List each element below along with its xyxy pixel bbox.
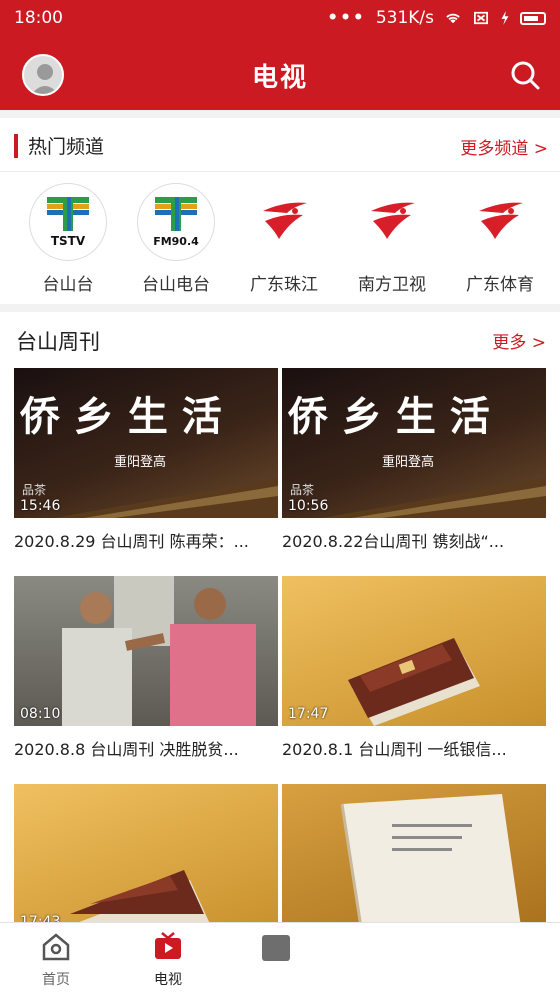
gdtv-logo-icon [371, 202, 415, 239]
tstv-logo-icon: TSTV [47, 197, 89, 248]
gdtv-logo [462, 184, 538, 260]
video-card[interactable]: 17:43 [14, 784, 278, 934]
wifi-icon [446, 13, 460, 24]
user-avatar-icon [31, 64, 59, 94]
svg-text:品茶: 品茶 [290, 482, 314, 497]
video-card[interactable]: 侨 乡 生 活 重阳登高 品茶 10:56 2020.8.22台山周刊 镌刻战“… [282, 368, 546, 552]
app-header: 电视 [0, 40, 560, 110]
status-time: 18:00 [14, 8, 63, 28]
video-duration: 08:10 [20, 706, 61, 722]
video-thumbnail: 17:47 [282, 576, 546, 726]
page-title: 电视 [251, 62, 308, 93]
home-icon [42, 933, 70, 961]
channel-item-tstv[interactable]: TSTV 台山台 [18, 184, 118, 302]
video-title: 2020.8.22台山周刊 镌刻战“... [282, 532, 505, 551]
nav-tv-label: 电视 [154, 972, 182, 988]
network-speed: 531K/s [375, 8, 434, 28]
channel-name: 台山电台 [142, 275, 210, 295]
video-thumbnail-art [62, 576, 256, 726]
video-card[interactable]: 17:47 2020.8.1 台山周刊 一纸银信... [282, 576, 546, 760]
svg-text:品茶: 品茶 [22, 482, 46, 497]
tstv-logo: TSTV [30, 184, 106, 260]
hot-channels-title: 热门频道 [28, 136, 105, 158]
video-thumbnail: 17:43 [14, 784, 278, 934]
search-icon[interactable] [508, 58, 542, 92]
channel-name: 南方卫视 [358, 275, 426, 295]
svg-text:侨 乡 生 活: 侨 乡 生 活 [287, 394, 490, 440]
nav-home[interactable]: 首页 [16, 931, 96, 989]
video-card[interactable]: 侨 乡 生 活 重阳登高 品茶 15:46 2020.8.29 台山周刊 陈再荣… [14, 368, 278, 552]
channel-item-nanfang[interactable]: 南方卫视 [342, 184, 442, 302]
video-thumbnail: 侨 乡 生 活 重阳登高 品茶 15:46 [14, 368, 278, 518]
nav-home-label: 首页 [42, 972, 70, 988]
video-title: 2020.8.29 台山周刊 陈再荣：... [14, 532, 249, 551]
video-card[interactable]: 08:10 2020.8.8 台山周刊 决胜脱贫... [14, 576, 278, 760]
video-card[interactable] [282, 784, 546, 934]
channel-item-zhujiang[interactable]: 广东珠江 [234, 184, 334, 302]
fm-logo-icon: FM90.4 [153, 197, 199, 248]
svg-text:TSTV: TSTV [51, 234, 86, 248]
bottom-nav: 首页 电视 [0, 922, 560, 1000]
sim-icon [474, 11, 488, 25]
video-duration: 10:56 [288, 498, 329, 514]
video-duration: 15:46 [20, 498, 61, 514]
channel-name: 广东体育 [466, 275, 534, 295]
hot-channels-header: 热门频道 更多频道 > [0, 118, 560, 172]
nav-placeholder [262, 935, 290, 961]
book-page-art [340, 794, 522, 934]
hot-channels-section: 热门频道 更多频道 > TSTV 台山台 FM90.4 台山电台 广东珠江 南方… [0, 118, 560, 304]
book-cover-art [70, 870, 210, 924]
channel-name: 台山台 [42, 275, 94, 295]
gdtv-logo [354, 184, 430, 260]
status-indicators: ••• 531K/s [327, 8, 546, 28]
weekly-title: 台山周刊 [16, 330, 100, 354]
video-title: 2020.8.1 台山周刊 一纸银信... [282, 740, 507, 759]
gdtv-logo [246, 184, 322, 260]
video-thumbnail: 08:10 [14, 576, 278, 726]
video-thumbnail-art: 侨 乡 生 活 重阳登高 品茶 [19, 394, 278, 518]
video-thumbnail-art: 侨 乡 生 活 重阳登高 品茶 [287, 394, 546, 518]
battery-icon [520, 11, 546, 25]
svg-text:重阳登高: 重阳登高 [114, 454, 166, 470]
more-channels-link[interactable]: 更多频道 > [460, 134, 548, 159]
fm-logo: FM90.4 [138, 184, 214, 260]
gdtv-logo-icon [263, 202, 307, 239]
weekly-more-link[interactable]: 更多 > [492, 328, 546, 353]
tv-icon [155, 932, 181, 959]
svg-text:FM90.4: FM90.4 [153, 235, 199, 248]
video-title: 2020.8.8 台山周刊 决胜脱贫... [14, 740, 239, 759]
video-thumbnail [282, 784, 546, 934]
channel-list: TSTV 台山台 FM90.4 台山电台 广东珠江 南方卫视 广东体育 [0, 176, 560, 304]
channel-name: 广东珠江 [250, 275, 318, 295]
nav-tv[interactable]: 电视 [128, 931, 208, 989]
top-bar: 18:00 ••• 531K/s 电视 [0, 0, 560, 110]
charging-icon [501, 11, 509, 25]
svg-text:重阳登高: 重阳登高 [382, 454, 434, 470]
notification-dots-icon: ••• [327, 8, 366, 28]
video-thumbnail: 侨 乡 生 活 重阳登高 品茶 10:56 [282, 368, 546, 518]
channel-item-sports[interactable]: 广东体育 [450, 184, 550, 302]
section-marker [14, 134, 18, 158]
status-bar: 18:00 ••• 531K/s [0, 0, 560, 36]
channel-item-fm[interactable]: FM90.4 台山电台 [126, 184, 226, 302]
video-duration: 17:47 [288, 706, 329, 722]
book-cover-art [348, 638, 480, 726]
svg-text:侨 乡 生 活: 侨 乡 生 活 [19, 394, 222, 440]
gdtv-logo-icon [479, 202, 523, 239]
user-avatar[interactable] [22, 54, 64, 96]
weekly-section: 台山周刊 更多 > 侨 乡 生 活 重阳登高 品茶 15:46 2020.8.2… [0, 312, 560, 934]
